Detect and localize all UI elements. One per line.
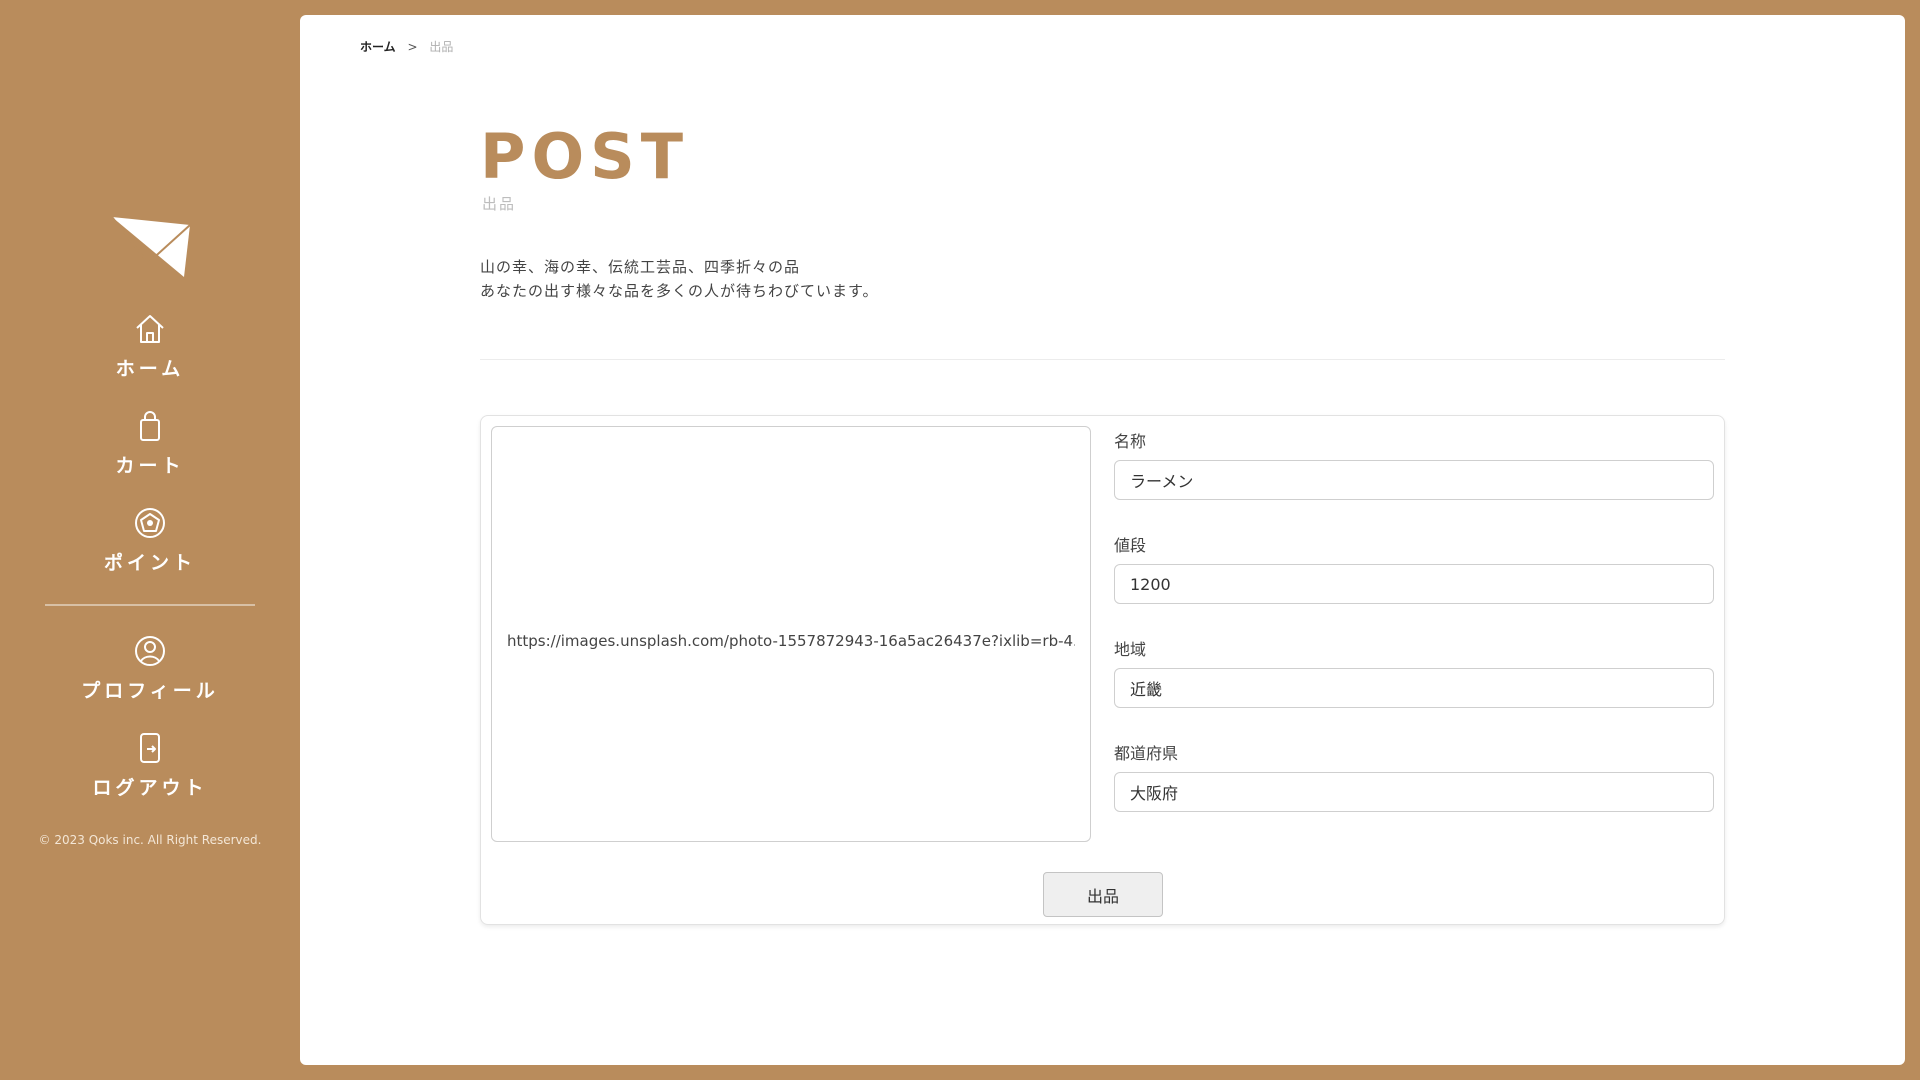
nav-item-points[interactable]: ポイント [0,506,300,575]
breadcrumb-home-link[interactable]: ホーム [360,40,396,54]
page-description: 山の幸、海の幸、伝統工芸品、四季折々の品 あなたの出す様々な品を多くの人が待ちわ… [480,255,879,303]
points-badge-icon [135,508,165,538]
nav-label-logout: ログアウト [92,777,208,799]
breadcrumb: ホーム > 出品 [360,38,453,55]
region-input[interactable] [1114,668,1714,708]
shopping-bag-icon [140,411,160,441]
page-subtitle: 出品 [482,195,517,213]
sidebar: ホーム カート ポイント プロフィール ログアウト © 2023 Qoks in… [0,0,300,1080]
logout-icon [140,733,160,763]
image-preview[interactable]: https://images.unsplash.com/photo-155787… [491,426,1091,842]
page-title: POST [480,120,690,193]
name-input[interactable] [1114,460,1714,500]
nav-item-home[interactable]: ホーム [0,312,300,381]
name-label: 名称 [1114,432,1147,451]
region-label: 地域 [1114,640,1147,659]
description-line-1: 山の幸、海の幸、伝統工芸品、四季折々の品 [480,258,801,276]
user-circle-icon [135,636,165,666]
nav-label-cart: カート [115,455,185,477]
price-label: 値段 [1114,536,1147,555]
breadcrumb-current: 出品 [429,40,454,54]
post-form: https://images.unsplash.com/photo-155787… [480,415,1725,925]
breadcrumb-separator: > [407,40,418,54]
section-divider [480,359,1725,360]
prefecture-input[interactable] [1114,772,1714,812]
submit-post-button[interactable]: 出品 [1043,872,1163,917]
nav-label-home: ホーム [115,358,185,380]
description-line-2: あなたの出す様々な品を多くの人が待ちわびています。 [480,282,879,300]
home-icon [136,315,164,343]
nav-label-points: ポイント [103,552,196,574]
sidebar-divider [45,604,255,606]
nav-item-cart[interactable]: カート [0,409,300,478]
nav-label-profile: プロフィール [81,680,219,702]
nav-item-logout[interactable]: ログアウト [0,731,300,800]
main-content: ホーム > 出品 POST 出品 山の幸、海の幸、伝統工芸品、四季折々の品 あな… [300,15,1905,1065]
copyright-text: © 2023 Qoks inc. All Right Reserved. [38,833,262,847]
image-url-text: https://images.unsplash.com/photo-155787… [507,632,1075,650]
nav-item-profile[interactable]: プロフィール [0,634,300,703]
prefecture-label: 都道府県 [1114,744,1179,763]
paper-plane-logo-icon [112,216,190,277]
price-input[interactable] [1114,564,1714,604]
